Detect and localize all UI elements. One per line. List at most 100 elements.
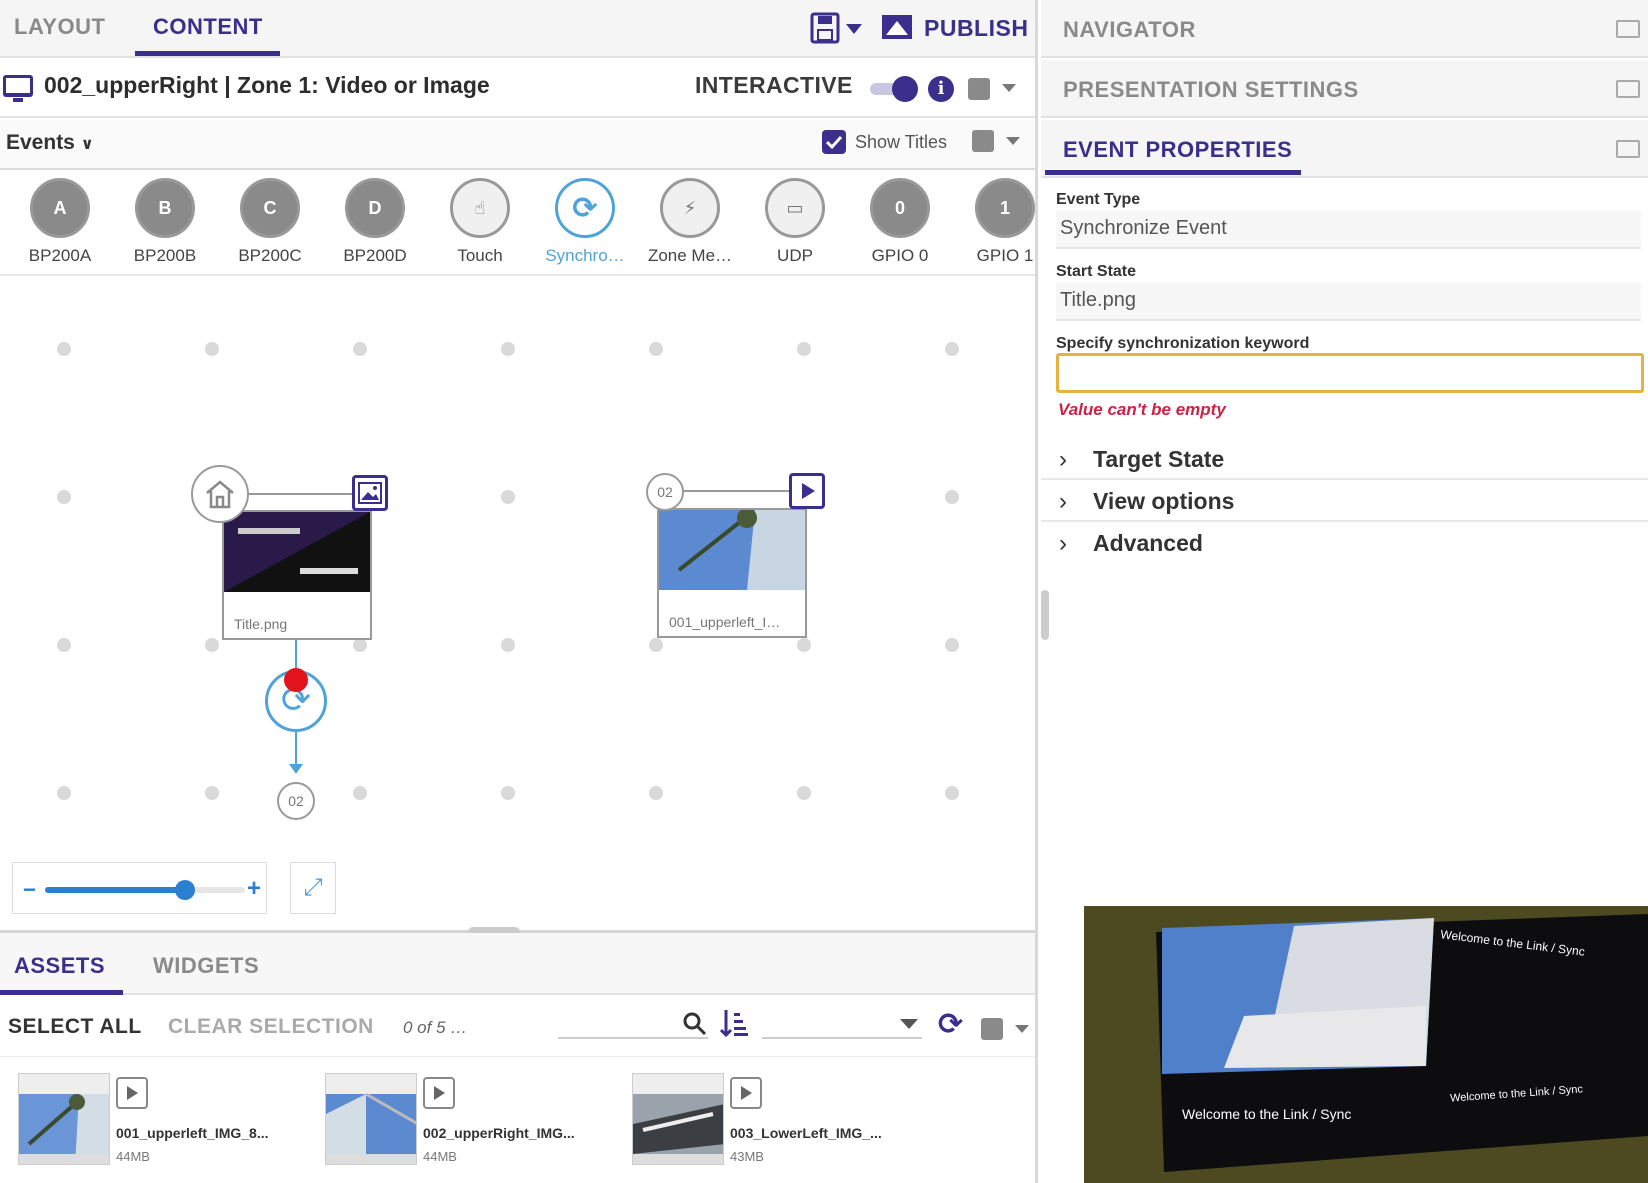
event-gpio-1[interactable]: 1 GPIO 1	[955, 178, 1035, 266]
monitor-icon	[3, 75, 33, 102]
zoom-slider-fill	[45, 887, 185, 893]
section-title: NAVIGATOR	[1063, 17, 1196, 42]
event-udp[interactable]: ▭ UDP	[745, 178, 845, 266]
grid-dot	[945, 490, 959, 504]
bp200-icon: C	[240, 178, 300, 238]
tab-widgets[interactable]: WIDGETS	[153, 953, 259, 979]
zoom-slider-track[interactable]	[45, 880, 245, 900]
panel-toggle-icon[interactable]	[1616, 20, 1640, 38]
chevron-down-icon[interactable]	[900, 1019, 918, 1029]
select-all-button[interactable]: SELECT ALL	[8, 1015, 142, 1039]
assets-menu-icon[interactable]	[981, 1018, 1003, 1040]
tab-layout[interactable]: LAYOUT	[14, 14, 105, 40]
events-dropdown[interactable]: Events ∨	[6, 131, 94, 155]
refresh-icon[interactable]: ⟳	[938, 1007, 963, 1042]
zoom-in-button[interactable]: +	[247, 875, 261, 903]
grid-dot	[353, 638, 367, 652]
event-bp200d[interactable]: D BP200D	[325, 178, 425, 266]
grid-dot	[649, 638, 663, 652]
asset-item[interactable]: 001_upperleft_IMG_8... 44MB	[18, 1073, 308, 1173]
search-input[interactable]	[558, 1037, 708, 1039]
event-zone-message[interactable]: ⚡ Zone Me…	[640, 178, 740, 266]
event-label: Zone Me…	[647, 246, 733, 265]
clear-selection-button[interactable]: CLEAR SELECTION	[168, 1015, 374, 1039]
section-event-properties[interactable]: EVENT PROPERTIES	[1041, 120, 1648, 178]
grid-dot	[945, 786, 959, 800]
event-gpio-0[interactable]: 0 GPIO 0	[850, 178, 950, 266]
event-bp200a[interactable]: A BP200A	[10, 178, 110, 266]
grid-dot	[501, 342, 515, 356]
expander-label: View options	[1093, 488, 1235, 514]
asset-name: 003_LowerLeft_IMG_...	[730, 1125, 882, 1141]
panel-toggle-icon[interactable]	[1616, 80, 1640, 98]
event-bp200c[interactable]: C BP200C	[220, 178, 320, 266]
chevron-down-icon[interactable]	[1015, 1025, 1029, 1033]
state-thumbnail	[659, 510, 805, 590]
expander-view-options[interactable]: › View options	[1041, 480, 1648, 522]
filter-dropdown[interactable]	[762, 1037, 922, 1039]
assets-tab-bar: ASSETS WIDGETS	[0, 933, 1035, 995]
event-connector-handle[interactable]	[284, 668, 308, 692]
chevron-down-icon[interactable]	[1002, 84, 1016, 92]
event-synchronize[interactable]: ⟳ Synchro…	[535, 178, 635, 266]
expander-advanced[interactable]: › Advanced	[1041, 522, 1648, 564]
panel-divider[interactable]	[1035, 0, 1038, 1183]
show-titles-checkbox[interactable]	[822, 130, 846, 154]
zone-menu-icon[interactable]	[968, 78, 990, 100]
state-title-png[interactable]: Title.png	[222, 510, 372, 640]
asset-thumbnail	[632, 1073, 724, 1165]
state-number-badge: 02	[646, 473, 684, 511]
tab-assets[interactable]: ASSETS	[14, 953, 105, 979]
info-icon[interactable]: i	[928, 76, 954, 102]
tab-content[interactable]: CONTENT	[153, 14, 263, 40]
fit-to-screen-button[interactable]: ⤢	[290, 862, 336, 914]
zoom-slider-thumb[interactable]	[175, 880, 195, 900]
grid-dot	[205, 786, 219, 800]
camera-preview: Welcome to the Link / Sync Welcome to th…	[1084, 906, 1648, 1183]
bp200-icon: B	[135, 178, 195, 238]
events-toolbar: Events ∨ Show Titles	[0, 120, 1035, 170]
section-navigator[interactable]: NAVIGATOR	[1041, 0, 1648, 58]
asset-item[interactable]: 002_upperRight_IMG... 44MB	[325, 1073, 615, 1173]
main-tab-bar: LAYOUT CONTENT PUBLISH	[0, 0, 1035, 58]
grid-dot	[205, 342, 219, 356]
asset-name: 001_upperleft_IMG_8...	[116, 1125, 269, 1141]
interactive-toggle[interactable]	[870, 76, 920, 102]
section-title: EVENT PROPERTIES	[1063, 137, 1293, 162]
sort-icon[interactable]	[718, 1007, 750, 1039]
sync-keyword-input[interactable]	[1056, 353, 1644, 393]
interactive-canvas[interactable]: Title.png ⟳ 02 001_upperleft_I… 02	[0, 278, 1035, 930]
chevron-right-icon: ›	[1059, 488, 1067, 515]
expand-icon: ⤢	[303, 874, 323, 901]
zoom-out-button[interactable]: −	[23, 877, 36, 903]
grid-dot	[945, 638, 959, 652]
panel-toggle-icon[interactable]	[1616, 140, 1640, 158]
publish-icon	[882, 15, 912, 39]
grid-dot	[353, 786, 367, 800]
state-001-upperleft[interactable]: 001_upperleft_I…	[657, 508, 807, 638]
publish-button[interactable]: PUBLISH	[880, 12, 1028, 44]
panel-resize-handle[interactable]	[1041, 590, 1049, 640]
chevron-down-icon[interactable]	[1006, 137, 1020, 145]
events-menu-icon[interactable]	[972, 130, 994, 152]
event-bp200b[interactable]: B BP200B	[115, 178, 215, 266]
event-touch[interactable]: ☝ Touch	[430, 178, 530, 266]
state-thumbnail	[224, 512, 370, 592]
transition-line	[295, 732, 297, 768]
search-icon[interactable]	[682, 1011, 708, 1037]
grid-dot	[57, 342, 71, 356]
target-state-badge[interactable]: 02	[277, 782, 315, 820]
udp-icon: ▭	[765, 178, 825, 238]
expander-target-state[interactable]: › Target State	[1041, 438, 1648, 480]
home-icon	[191, 465, 249, 523]
events-dropdown-label: Events	[6, 131, 75, 154]
bp200-icon: A	[30, 178, 90, 238]
event-label: BP200C	[238, 246, 302, 265]
grid-dot	[353, 342, 367, 356]
event-label: BP200A	[28, 246, 92, 265]
section-presentation-settings[interactable]: PRESENTATION SETTINGS	[1041, 60, 1648, 118]
grid-dot	[57, 490, 71, 504]
asset-item[interactable]: 003_LowerLeft_IMG_... 43MB	[632, 1073, 922, 1173]
zoom-control: − +	[12, 862, 267, 914]
save-menu-button[interactable]	[810, 12, 870, 44]
